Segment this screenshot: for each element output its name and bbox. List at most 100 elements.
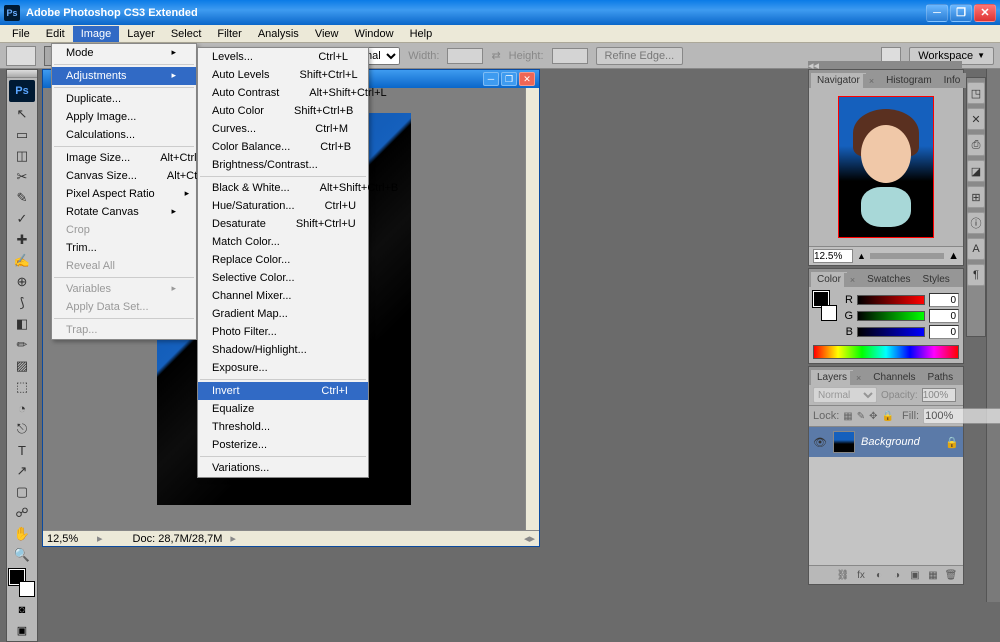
dock-icon-4[interactable]: ⊞	[967, 186, 985, 208]
menuitem-shadow-highlight-[interactable]: Shadow/Highlight...	[198, 341, 368, 359]
tab-color[interactable]: Color	[811, 272, 847, 287]
layer-style-icon[interactable]: fx	[853, 568, 869, 582]
g-slider[interactable]	[857, 311, 925, 321]
zoom-out-icon[interactable]: ▲	[857, 251, 866, 261]
tool-6[interactable]: ✚	[9, 230, 35, 250]
menu-analysis[interactable]: Analysis	[250, 26, 307, 42]
tool-19[interactable]: ☍	[9, 503, 35, 523]
menuitem-curves-[interactable]: Curves...Ctrl+M	[198, 120, 368, 138]
zoom-in-icon[interactable]: ▲	[948, 250, 959, 262]
visibility-icon[interactable]: 👁	[813, 436, 827, 449]
tool-15[interactable]: ⎋	[9, 419, 35, 439]
tab-navigator[interactable]: Navigator	[811, 73, 866, 88]
menuitem-equalize[interactable]: Equalize	[198, 400, 368, 418]
menuitem-invert[interactable]: InvertCtrl+I	[198, 382, 368, 400]
menuitem-hue-saturation-[interactable]: Hue/Saturation...Ctrl+U	[198, 197, 368, 215]
menu-image[interactable]: Image	[73, 26, 120, 42]
r-input[interactable]	[929, 293, 959, 307]
menuitem-levels-[interactable]: Levels...Ctrl+L	[198, 48, 368, 66]
lock-transparent-icon[interactable]: ▦	[843, 409, 852, 423]
tool-4[interactable]: ✎	[9, 188, 35, 208]
menuitem-pixel-aspect-ratio[interactable]: Pixel Aspect Ratio	[52, 185, 196, 203]
menuitem-calculations-[interactable]: Calculations...	[52, 126, 196, 144]
color-swatches[interactable]	[9, 569, 35, 597]
dock-icon-0[interactable]: ◳	[967, 82, 985, 104]
adjustment-layer-icon[interactable]: ◑	[889, 568, 905, 582]
spectrum-bar[interactable]	[813, 345, 959, 359]
color-swatches-mini[interactable]	[813, 291, 837, 321]
maximize-button[interactable]: ❐	[950, 4, 972, 22]
tool-12[interactable]: ▨	[9, 356, 35, 376]
layer-thumbnail[interactable]	[833, 431, 855, 453]
doc-close-button[interactable]: ✕	[519, 72, 535, 86]
dock-icon-1[interactable]: ✕	[967, 108, 985, 130]
current-tool-icon[interactable]	[6, 46, 36, 66]
menuitem-auto-contrast[interactable]: Auto ContrastAlt+Shift+Ctrl+L	[198, 84, 368, 102]
tab-layers[interactable]: Layers	[811, 370, 853, 385]
tab-close-icon[interactable]: ×	[844, 273, 861, 287]
layer-row-background[interactable]: 👁 Background 🔒	[809, 427, 963, 457]
tool-2[interactable]: ◫	[9, 146, 35, 166]
menuitem-replace-color-[interactable]: Replace Color...	[198, 251, 368, 269]
menuitem-duplicate-[interactable]: Duplicate...	[52, 90, 196, 108]
tab-histogram[interactable]: Histogram	[880, 73, 938, 88]
vertical-scrollbar[interactable]	[525, 88, 539, 530]
menuitem-auto-color[interactable]: Auto ColorShift+Ctrl+B	[198, 102, 368, 120]
navigator-zoom-input[interactable]	[813, 249, 853, 263]
new-layer-icon[interactable]: ▦	[925, 568, 941, 582]
menuitem-brightness-contrast-[interactable]: Brightness/Contrast...	[198, 156, 368, 174]
menuitem-rotate-canvas[interactable]: Rotate Canvas	[52, 203, 196, 221]
tool-9[interactable]: ⟆	[9, 293, 35, 313]
menuitem-mode[interactable]: Mode	[52, 44, 196, 62]
lock-pixels-icon[interactable]: ✎	[857, 409, 865, 423]
doc-minimize-button[interactable]: ─	[483, 72, 499, 86]
tool-17[interactable]: ↗	[9, 461, 35, 481]
zoom-value[interactable]: 12,5%	[47, 533, 97, 545]
quickmask-icon[interactable]: ◙	[9, 601, 35, 619]
menuitem-canvas-size-[interactable]: Canvas Size...Alt+Ctrl+C	[52, 167, 196, 185]
tool-0[interactable]: ↖	[9, 104, 35, 124]
menuitem-apply-image-[interactable]: Apply Image...	[52, 108, 196, 126]
tool-8[interactable]: ⊕	[9, 272, 35, 292]
r-slider[interactable]	[857, 295, 925, 305]
menuitem-threshold-[interactable]: Threshold...	[198, 418, 368, 436]
menuitem-exposure-[interactable]: Exposure...	[198, 359, 368, 377]
link-layers-icon[interactable]: ⛓	[835, 568, 851, 582]
tool-18[interactable]: ▢	[9, 482, 35, 502]
menu-help[interactable]: Help	[402, 26, 441, 42]
tab-info[interactable]: Info	[938, 73, 967, 88]
dock-icon-5[interactable]: ⓘ	[967, 212, 985, 234]
g-input[interactable]	[929, 309, 959, 323]
background-swatch[interactable]	[19, 581, 35, 597]
screenmode-icon[interactable]: ▣	[9, 621, 35, 639]
tool-13[interactable]: ⬚	[9, 377, 35, 397]
tool-7[interactable]: ✍	[9, 251, 35, 271]
b-input[interactable]	[929, 325, 959, 339]
menuitem-variations-[interactable]: Variations...	[198, 459, 368, 477]
menuitem-channel-mixer-[interactable]: Channel Mixer...	[198, 287, 368, 305]
tool-1[interactable]: ▭	[9, 125, 35, 145]
lock-all-icon[interactable]: 🔒	[882, 409, 894, 423]
menu-select[interactable]: Select	[163, 26, 210, 42]
menu-edit[interactable]: Edit	[38, 26, 73, 42]
layer-mask-icon[interactable]: ◐	[871, 568, 887, 582]
menuitem-desaturate[interactable]: DesaturateShift+Ctrl+U	[198, 215, 368, 233]
menuitem-trim-[interactable]: Trim...	[52, 239, 196, 257]
tab-close-icon[interactable]: ×	[863, 74, 880, 88]
zoom-slider[interactable]	[870, 253, 944, 259]
tool-16[interactable]: T	[9, 440, 35, 460]
right-dock-edge[interactable]	[986, 69, 1000, 602]
tool-20[interactable]: ✋	[9, 524, 35, 544]
dock-icon-2[interactable]: ⎙	[967, 134, 985, 156]
menuitem-gradient-map-[interactable]: Gradient Map...	[198, 305, 368, 323]
refine-edge-button[interactable]: Refine Edge...	[596, 47, 684, 65]
close-button[interactable]: ✕	[974, 4, 996, 22]
tab-paths[interactable]: Paths	[922, 370, 960, 385]
menuitem-selective-color-[interactable]: Selective Color...	[198, 269, 368, 287]
tab-close-icon[interactable]: ×	[850, 371, 867, 385]
tool-14[interactable]: ◔	[9, 398, 35, 418]
ps-logo-icon[interactable]: Ps	[9, 80, 35, 102]
menu-view[interactable]: View	[307, 26, 347, 42]
menuitem-color-balance-[interactable]: Color Balance...Ctrl+B	[198, 138, 368, 156]
panel-grip[interactable]: ◂◂	[808, 61, 962, 69]
